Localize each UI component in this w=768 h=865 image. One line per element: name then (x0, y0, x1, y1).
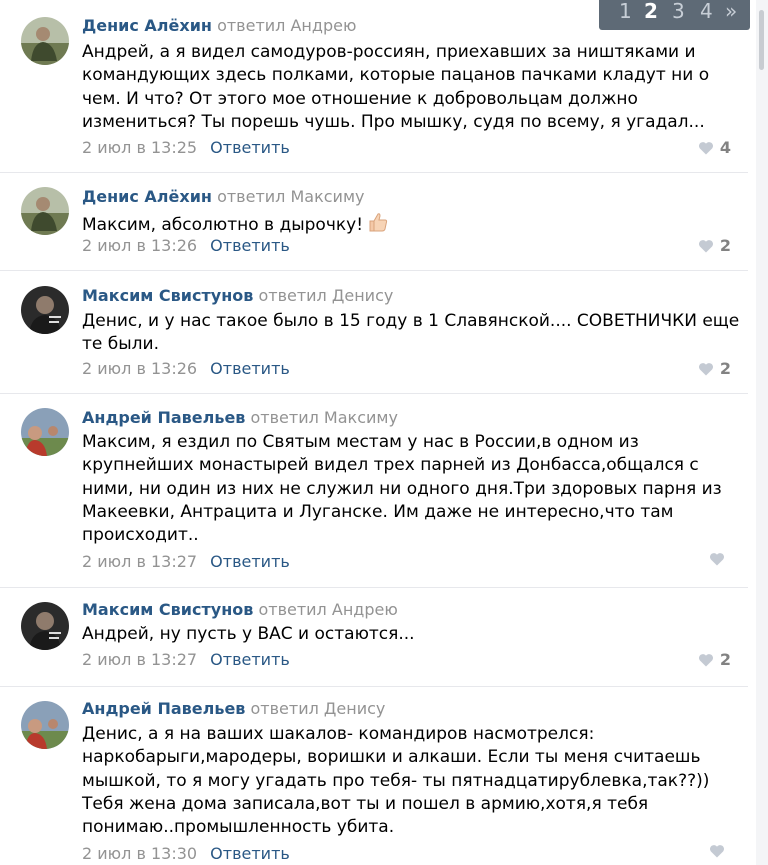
like-button[interactable]: 2 (698, 359, 731, 379)
comment-header: Максим Свистунов ответил Денису (82, 286, 393, 306)
comment-author[interactable]: Денис Алёхин (82, 187, 212, 206)
comment: Максим Свистунов ответил Денису Денис, и… (0, 270, 748, 394)
heart-icon (709, 845, 725, 858)
comment-text-content: Максим, абсолютно в дырочку! (82, 215, 364, 235)
comment-date[interactable]: 2 июл в 13:27 (82, 552, 197, 571)
comment-date[interactable]: 2 июл в 13:26 (82, 359, 197, 378)
comment-author[interactable]: Максим Свистунов (82, 600, 253, 619)
avatar[interactable] (21, 701, 69, 749)
comment-reply-to[interactable]: ответил Андрею (258, 600, 397, 619)
comment: Андрей Павельев ответил Денису Денис, а … (0, 686, 748, 865)
reply-button[interactable]: Ответить (210, 138, 290, 157)
comment-header: Андрей Павельев ответил Денису (82, 699, 385, 719)
like-button[interactable]: 2 (698, 236, 731, 256)
comment-reply-to[interactable]: ответил Андрею (217, 16, 356, 35)
page-link-4[interactable]: 4 (700, 0, 713, 24)
avatar[interactable] (21, 286, 69, 334)
comment-date[interactable]: 2 июл в 13:27 (82, 650, 197, 669)
comment-footer: 2 июл в 13:30 Ответить (82, 844, 290, 864)
page-link-1[interactable]: 1 (619, 0, 632, 24)
avatar[interactable] (21, 602, 69, 650)
comment-author[interactable]: Андрей Павельев (82, 408, 245, 427)
heart-icon (698, 240, 713, 253)
comment-header: Денис Алёхин ответил Максиму (82, 187, 364, 207)
heart-icon (698, 654, 713, 667)
comment-text: Максим, я ездил по Святым местам у нас в… (82, 432, 722, 546)
like-button[interactable] (709, 552, 731, 566)
avatar[interactable] (21, 17, 69, 65)
page-next-button[interactable]: » (725, 0, 737, 24)
like-count: 4 (719, 138, 731, 157)
reply-button[interactable]: Ответить (210, 552, 290, 571)
comment-footer: 2 июл в 13:27 Ответить (82, 552, 290, 572)
comment-reply-to[interactable]: ответил Максиму (251, 408, 398, 427)
like-count: 2 (719, 650, 731, 669)
comment-header: Денис Алёхин ответил Андрею (82, 16, 356, 36)
comment: Денис Алёхин ответил Максиму Максим, абс… (0, 172, 748, 271)
comment: Максим Свистунов ответил Андрею Андрей, … (0, 587, 748, 687)
like-count: 2 (719, 359, 731, 378)
thumbs-up-icon (367, 211, 389, 240)
heart-icon (698, 363, 713, 376)
comment-date[interactable]: 2 июл в 13:25 (82, 138, 197, 157)
like-button[interactable]: 4 (698, 138, 731, 158)
pagination: 1 2 3 4 » (599, 0, 750, 30)
comment-date[interactable]: 2 июл в 13:26 (82, 236, 197, 255)
like-button[interactable] (709, 844, 731, 858)
like-button[interactable]: 2 (698, 650, 731, 670)
comment-footer: 2 июл в 13:27 Ответить (82, 650, 290, 670)
comment-text: Денис, и у нас такое было в 15 году в 1 … (82, 311, 740, 355)
comment-author[interactable]: Андрей Павельев (82, 699, 245, 718)
comment-reply-to[interactable]: ответил Денису (258, 286, 393, 305)
page-link-3[interactable]: 3 (672, 0, 685, 24)
comment-reply-to[interactable]: ответил Максиму (217, 187, 364, 206)
comment-header: Максим Свистунов ответил Андрею (82, 600, 398, 620)
reply-button[interactable]: Ответить (210, 359, 290, 378)
comment-footer: 2 июл в 13:25 Ответить (82, 138, 290, 158)
reply-button[interactable]: Ответить (210, 236, 290, 255)
heart-icon (709, 553, 725, 566)
scrollbar-thumb[interactable] (759, 10, 764, 70)
avatar[interactable] (21, 408, 69, 456)
comment-text: Андрей, ну пусть у ВАС и остаются... (82, 624, 415, 644)
reply-button[interactable]: Ответить (210, 844, 290, 863)
like-count: 2 (719, 236, 731, 255)
comment-text: Денис, а я на ваших шакалов- командиров … (82, 724, 710, 838)
comment-text: Андрей, а я видел самодуров-россиян, при… (82, 42, 710, 132)
page-current-2: 2 (644, 0, 658, 23)
comment-author[interactable]: Максим Свистунов (82, 286, 253, 305)
comment-author[interactable]: Денис Алёхин (82, 16, 212, 35)
comment-footer: 2 июл в 13:26 Ответить (82, 236, 290, 256)
reply-button[interactable]: Ответить (210, 650, 290, 669)
heart-icon (698, 142, 713, 155)
comment-date[interactable]: 2 июл в 13:30 (82, 844, 197, 863)
avatar[interactable] (21, 187, 69, 235)
comment: Андрей Павельев ответил Максиму Максим, … (0, 393, 748, 588)
comment-reply-to[interactable]: ответил Денису (251, 699, 386, 718)
scrollbar[interactable] (756, 0, 768, 865)
comment-header: Андрей Павельев ответил Максиму (82, 408, 398, 428)
comment-footer: 2 июл в 13:26 Ответить (82, 359, 290, 379)
